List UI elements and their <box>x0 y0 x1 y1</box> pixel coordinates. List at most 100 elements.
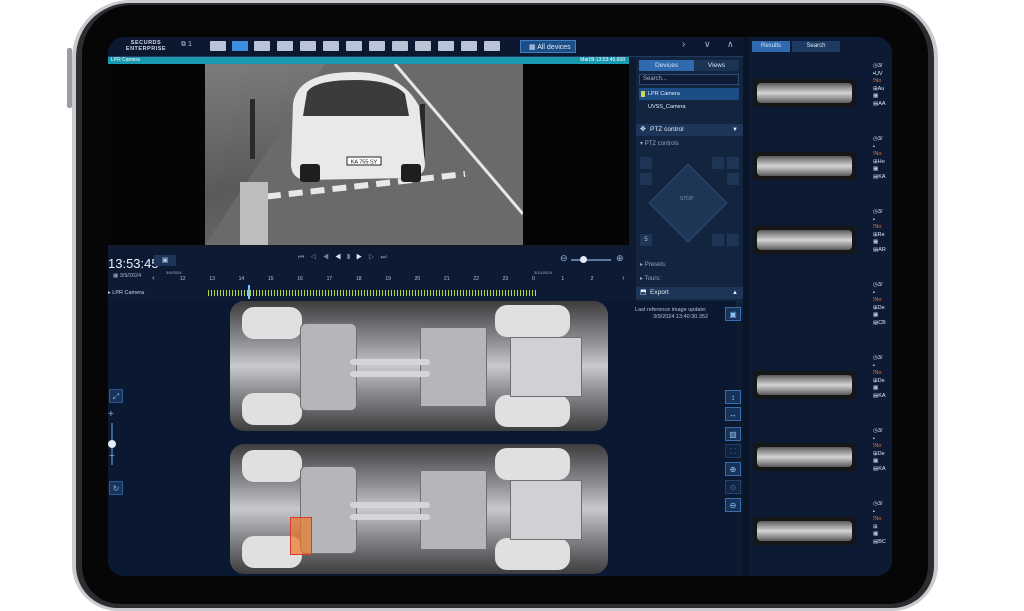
forward-icon[interactable]: ▷ <box>368 254 380 261</box>
result-entry[interactable]: ◷3/ ▪ ⫶No ⊞Ho ▦ ▤KA <box>873 136 892 182</box>
chevron-up-icon[interactable]: ∧ <box>727 39 734 50</box>
all-devices-button[interactable]: ▦ All devices <box>520 40 576 53</box>
play-backward-icon[interactable]: ◀ <box>335 254 347 261</box>
camera-name: LPR Camera <box>111 57 140 63</box>
ptz-focus-far-button[interactable] <box>727 157 739 169</box>
layout-11-button[interactable] <box>438 41 454 51</box>
tab-devices[interactable]: Devices <box>639 60 694 71</box>
zoom-plus-icon[interactable]: + <box>108 409 114 420</box>
current-date: ▦ 3/9/2024 <box>113 273 142 279</box>
tab-results[interactable]: Results <box>752 41 790 52</box>
fit-width-icon[interactable]: ↔ <box>725 407 741 421</box>
timeline-hour-ticks[interactable]: 12 13 14 15 16 17 18 19 20 21 22 23 0 1 2 <box>180 276 620 286</box>
ptz-speed-field[interactable]: 5 <box>640 234 652 246</box>
timeline-hour-tick: 22 <box>473 276 479 282</box>
result-entry[interactable]: ◷3/ ▪ ⫶No ⊞De ▦ ▤KA <box>873 428 892 474</box>
results-panel <box>749 37 892 576</box>
device-item-uvss-camera[interactable]: UVSS_Camera <box>639 101 739 113</box>
timeline-hour-tick: 13 <box>209 276 215 282</box>
result-thumbnail[interactable] <box>753 79 856 107</box>
timeline-hour-tick: 2 <box>590 276 594 282</box>
result-thumbnail[interactable] <box>753 226 856 254</box>
zoom-in-icon[interactable]: ⊕ <box>725 462 741 476</box>
result-thumbnail[interactable] <box>753 152 856 180</box>
layout-8-button[interactable] <box>369 41 385 51</box>
app-screen: SECURDS ENTERPRISE ⧉ 1 ▦ All devices › ∨… <box>108 37 892 576</box>
fit-view-icon[interactable]: ⤢ <box>109 389 123 403</box>
timeline-hour-tick: 12 <box>180 276 186 282</box>
camera-title-strip: LPR Camera Mar09 13:53:45.668 <box>108 57 629 64</box>
ptz-zoom-in-button[interactable] <box>640 157 652 169</box>
layout-4-button[interactable] <box>277 41 293 51</box>
uvss-live-scan <box>230 301 608 431</box>
ptz-settings-button[interactable] <box>727 234 739 246</box>
step-back-icon[interactable]: ◁ <box>310 254 322 261</box>
fullscreen-icon[interactable]: ⛶ <box>725 444 741 458</box>
export-header[interactable]: ⬒ Export ▲ <box>636 287 743 299</box>
chevron-right-icon[interactable]: › <box>682 39 685 50</box>
zoom-minus-icon[interactable]: − <box>109 451 115 462</box>
timeline-hour-tick: 16 <box>297 276 303 282</box>
result-entry[interactable]: ◷3/ ▪ ⫶No ⊞ ▦ ▤BC <box>873 501 892 547</box>
ptz-iris-button[interactable] <box>727 173 739 185</box>
layout-9-button[interactable] <box>392 41 408 51</box>
result-entry[interactable]: ◷3/ ▪UV ⫶No ⊞Au ▦ ▤AA <box>873 63 892 109</box>
pause-icon[interactable]: ❚ <box>347 254 356 261</box>
device-search-input[interactable]: Search... <box>639 74 739 85</box>
result-thumbnail[interactable] <box>753 443 856 471</box>
camera-timestamp: Mar09 13:53:45.668 <box>580 57 625 63</box>
timeline-hour-tick: 23 <box>502 276 509 282</box>
recording-track[interactable] <box>208 290 538 296</box>
skip-start-icon[interactable]: ⏮ <box>298 254 310 261</box>
layout-count-icon[interactable]: ⧉ 1 <box>181 41 192 49</box>
layout-1-button[interactable] <box>210 41 226 51</box>
layout-7-button[interactable] <box>346 41 362 51</box>
rewind-icon[interactable]: ◀ <box>323 254 335 261</box>
timeline-next-icon[interactable]: › <box>622 273 625 282</box>
layout-3-button[interactable] <box>254 41 270 51</box>
result-entry[interactable]: ◷3/ ▪ ⫶No ⊞Re ▦ ▤AR <box>873 209 892 255</box>
result-entry[interactable]: ◷3/ ▪ ⫶No ⊞De ▦ ▤KA <box>873 355 892 401</box>
ptz-control-header[interactable]: ✥ PTZ control ▼ <box>636 124 743 136</box>
timeline-zoom-slider[interactable] <box>571 256 611 263</box>
ptz-home-button[interactable] <box>712 234 724 246</box>
tours-toggle[interactable]: ▸ Tours: <box>640 275 661 282</box>
rotate-icon[interactable]: ↻ <box>109 481 123 495</box>
fit-height-icon[interactable]: ↕ <box>725 390 741 404</box>
presets-toggle[interactable]: ▸ Presets: <box>640 261 667 268</box>
ptz-focus-near-button[interactable] <box>712 157 724 169</box>
layout-6-button[interactable] <box>323 41 339 51</box>
layout-10-button[interactable] <box>415 41 431 51</box>
result-entry[interactable]: ◷3/ ▪ ⫶No ⊞De ▦ ▤CB <box>873 282 892 328</box>
zoom-in-timeline-icon[interactable]: ⊕ <box>616 253 624 264</box>
play-icon[interactable]: ▶ <box>356 254 368 261</box>
ptz-zoom-out-button[interactable] <box>640 173 652 185</box>
zoom-reset-icon[interactable]: ⊙ <box>725 480 741 494</box>
timeline-zoom-thumb[interactable] <box>580 256 587 263</box>
result-thumbnail[interactable] <box>753 371 856 399</box>
caret-down-icon: ▼ <box>732 127 738 133</box>
tab-search[interactable]: Search <box>792 41 840 52</box>
image-mode-icon[interactable]: ▨ <box>725 427 741 441</box>
chevron-down-icon[interactable]: ∨ <box>704 39 711 50</box>
camera-snapshot-icon[interactable]: ▣ <box>154 255 176 266</box>
ptz-stop-label[interactable]: STOP <box>680 196 694 202</box>
save-reference-icon[interactable]: ▣ <box>725 307 741 321</box>
timeline-hour-tick: 21 <box>444 276 450 282</box>
anomaly-highlight[interactable] <box>290 517 312 555</box>
result-thumbnail[interactable] <box>753 517 856 545</box>
timeline-prev-icon[interactable]: ‹ <box>152 273 155 282</box>
device-item-lpr-camera[interactable]: LPR Camera <box>639 88 739 100</box>
live-video-view[interactable]: KA 755 SY <box>108 64 629 245</box>
layout-13-button[interactable] <box>484 41 500 51</box>
layout-2-button[interactable] <box>232 41 248 51</box>
devices-tabs: Devices Views <box>639 60 739 71</box>
ptz-controls-toggle[interactable]: ▾ PTZ controls <box>640 140 679 147</box>
zoom-out-timeline-icon[interactable]: ⊖ <box>560 253 568 264</box>
layout-5-button[interactable] <box>300 41 316 51</box>
skip-end-icon[interactable]: ⏭ <box>380 254 392 261</box>
layout-12-button[interactable] <box>461 41 477 51</box>
zoom-out-icon[interactable]: ⊖ <box>725 498 741 512</box>
tab-views[interactable]: Views <box>694 60 739 71</box>
zoom-slider-thumb[interactable] <box>108 440 116 448</box>
